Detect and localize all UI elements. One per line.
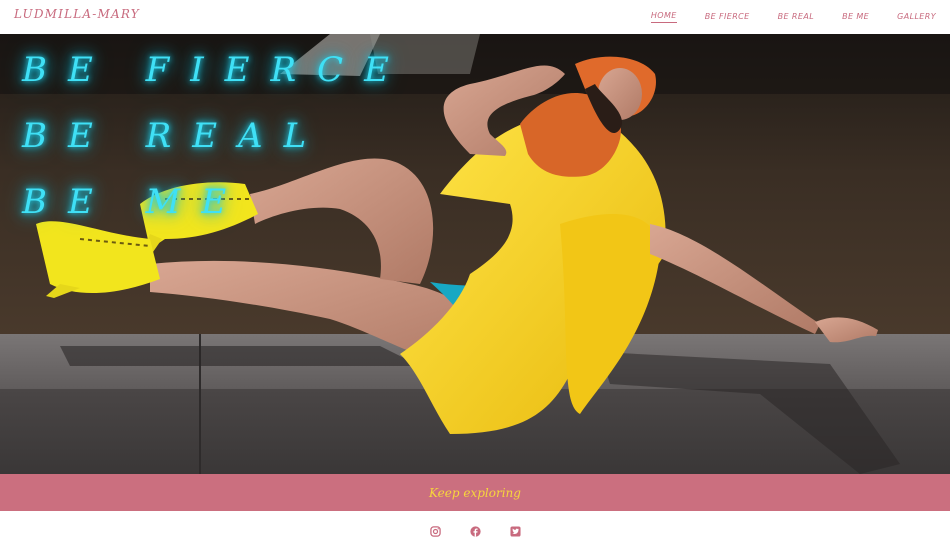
nav-be-me[interactable]: BE ME <box>842 12 869 23</box>
twitter-icon[interactable] <box>508 525 522 539</box>
hero-line-be-me: BE ME <box>22 182 248 222</box>
instagram-icon[interactable] <box>428 525 442 539</box>
facebook-icon[interactable] <box>468 525 482 539</box>
keep-exploring-link[interactable]: Keep exploring <box>429 486 521 500</box>
main-nav: HOME BE FIERCE BE REAL BE ME GALLERY <box>623 0 936 34</box>
nav-home[interactable]: HOME <box>650 11 677 23</box>
site-footer <box>0 511 950 552</box>
nav-be-real[interactable]: BE REAL <box>778 12 814 23</box>
nav-be-fierce[interactable]: BE FIERCE <box>705 12 750 23</box>
hero-section: BE FIERCE BE REAL BE ME <box>0 34 950 474</box>
hero-line-be-real: BE REAL <box>22 116 328 156</box>
hero-line-be-fierce: BE FIERCE <box>22 50 410 90</box>
site-header: LUDMILLA-MARY HOME BE FIERCE BE REAL BE … <box>0 0 950 34</box>
keep-exploring-banner: Keep exploring <box>0 474 950 511</box>
site-logo[interactable]: LUDMILLA-MARY <box>14 7 140 21</box>
hero-photo <box>0 34 950 474</box>
nav-gallery[interactable]: GALLERY <box>897 12 936 23</box>
